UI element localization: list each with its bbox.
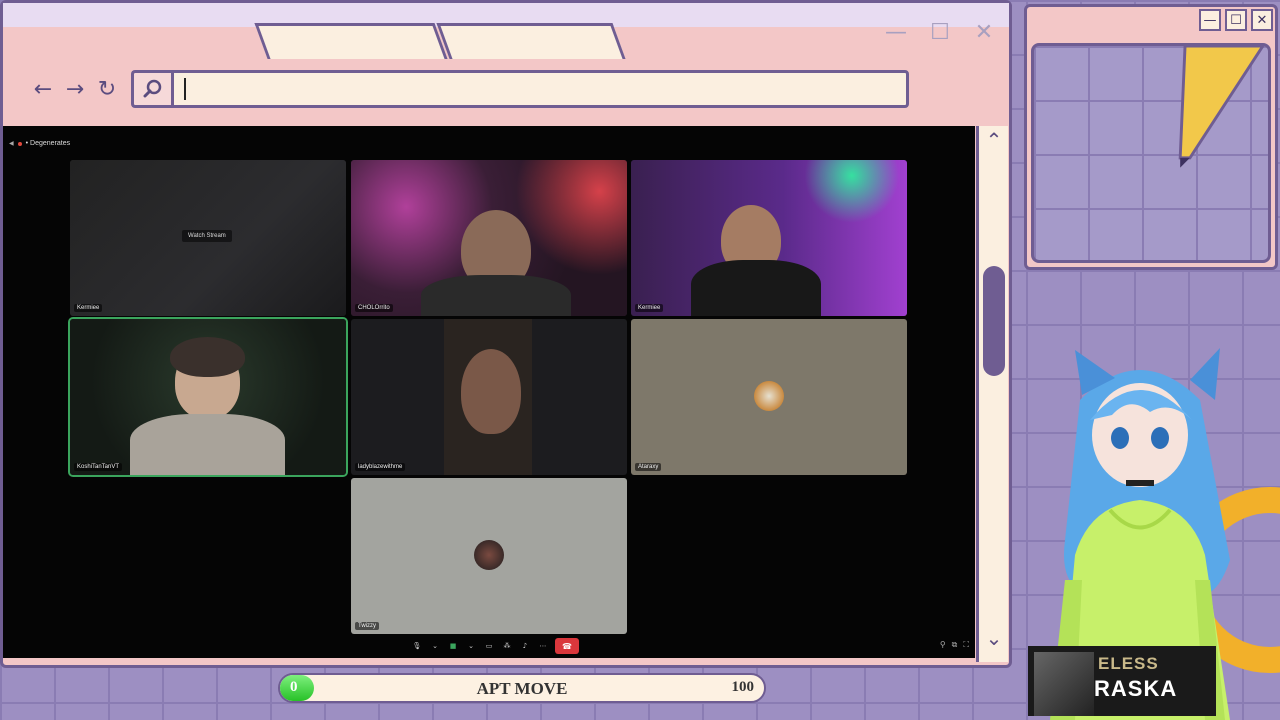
chevron-down-icon[interactable]: ⌄ xyxy=(465,640,477,652)
participant-tile-kermiee-cam[interactable]: Kermiee xyxy=(631,160,907,316)
search-button[interactable] xyxy=(131,70,171,108)
url-input[interactable] xyxy=(171,70,909,108)
forward-arrow-icon[interactable]: → xyxy=(59,73,91,105)
server-label: ◀ • Degenerates xyxy=(9,140,70,147)
more-icon[interactable]: ⋯ xyxy=(537,640,549,652)
participant-name: ladyblazewithme xyxy=(355,463,406,471)
side-window-canvas xyxy=(1031,43,1271,263)
maximize-button[interactable]: ☐ xyxy=(925,17,955,47)
participant-name: Twizzy xyxy=(355,622,379,630)
avatar xyxy=(754,381,784,411)
pencil-decoration-icon xyxy=(1178,46,1265,168)
back-arrow-icon[interactable]: ← xyxy=(27,73,59,105)
pin-icon[interactable]: ⚲ xyxy=(940,640,946,650)
window-controls: — ☐ ✕ xyxy=(881,17,999,47)
activities-icon[interactable]: ⁂ xyxy=(501,640,513,652)
chevron-down-icon[interactable]: ⌄ xyxy=(429,640,441,652)
person-hair xyxy=(170,337,245,377)
album-art xyxy=(1034,652,1094,716)
call-controls: 🎙 ⌄ ■ ⌄ ▭ ⁂ ♪ ⋯ ☎ xyxy=(411,638,579,654)
participant-name: Ataraxy xyxy=(635,463,662,471)
participant-tile-kermiee-stream[interactable]: Watch Stream Kermiee xyxy=(70,160,346,316)
server-name: • Degenerates xyxy=(25,140,71,147)
reload-icon[interactable]: ↻ xyxy=(91,73,123,105)
participant-tile-ataraxy[interactable]: Ataraxy xyxy=(631,319,907,475)
close-button[interactable]: ✕ xyxy=(1251,9,1273,31)
scrollbar[interactable]: ⌃ ⌄ xyxy=(976,126,1008,662)
search-icon xyxy=(143,79,161,98)
watch-stream-button[interactable]: Watch Stream xyxy=(182,230,232,242)
participant-tile-cholorrito[interactable]: CHOLOrrito xyxy=(351,160,627,316)
apt-move-progress-bar: 0 APT MOVE 100 xyxy=(278,673,766,703)
screen-share-icon[interactable]: ▭ xyxy=(483,640,495,652)
text-cursor xyxy=(184,78,186,100)
participant-name: Kermiee xyxy=(74,304,103,312)
now-playing-line-1: ELESS xyxy=(1098,654,1159,673)
participant-tile-ladyblazewithme[interactable]: ladyblazewithme xyxy=(351,319,627,475)
scroll-thumb[interactable] xyxy=(983,266,1005,376)
person-body xyxy=(130,414,285,475)
progress-max-value: 100 xyxy=(731,679,755,695)
now-playing-widget: ELESS RASKA xyxy=(1028,646,1216,716)
participant-name: CHOLOrrito xyxy=(355,304,393,312)
fullscreen-icon[interactable]: ⛶ xyxy=(963,640,969,650)
person-body xyxy=(691,260,821,316)
avatar xyxy=(474,540,504,570)
person-body xyxy=(421,275,571,316)
side-window-controls: — ☐ ✕ xyxy=(1199,9,1273,31)
microphone-icon[interactable]: 🎙 xyxy=(411,640,423,652)
end-call-button[interactable]: ☎ xyxy=(555,638,579,654)
participant-name: Kermiee xyxy=(635,304,664,312)
scroll-down-icon[interactable]: ⌄ xyxy=(982,626,1006,650)
scroll-up-icon[interactable]: ⌃ xyxy=(982,128,1006,152)
server-status-dot xyxy=(17,141,22,146)
maximize-button[interactable]: ☐ xyxy=(1225,9,1247,31)
minimize-button[interactable]: — xyxy=(1199,9,1221,31)
browser-tab-2[interactable] xyxy=(436,23,626,59)
soundboard-icon[interactable]: ♪ xyxy=(519,640,531,652)
popout-icon[interactable]: ⧉ xyxy=(952,640,958,650)
browser-tab-1[interactable] xyxy=(254,23,448,59)
participant-name: KoshiTanTanVT xyxy=(74,463,123,471)
address-row: ← → ↻ xyxy=(27,69,909,109)
progress-label: APT MOVE xyxy=(476,679,568,698)
person-head xyxy=(461,349,521,434)
minimize-button[interactable]: — xyxy=(881,17,911,47)
view-controls: ⚲ ⧉ ⛶ xyxy=(940,640,969,650)
speaker-icon: ◀ xyxy=(9,141,14,147)
close-button[interactable]: ✕ xyxy=(969,17,999,47)
side-window: — ☐ ✕ xyxy=(1024,4,1278,270)
participant-tile-koshitantanvt[interactable]: KoshiTanTanVT xyxy=(68,317,348,477)
discord-call-view: ◀ • Degenerates Watch Stream Kermiee CHO… xyxy=(3,126,975,658)
participant-tile-twizzy[interactable]: Twizzy xyxy=(351,478,627,634)
now-playing-line-2: RASKA xyxy=(1094,676,1178,701)
camera-icon[interactable]: ■ xyxy=(447,640,459,652)
